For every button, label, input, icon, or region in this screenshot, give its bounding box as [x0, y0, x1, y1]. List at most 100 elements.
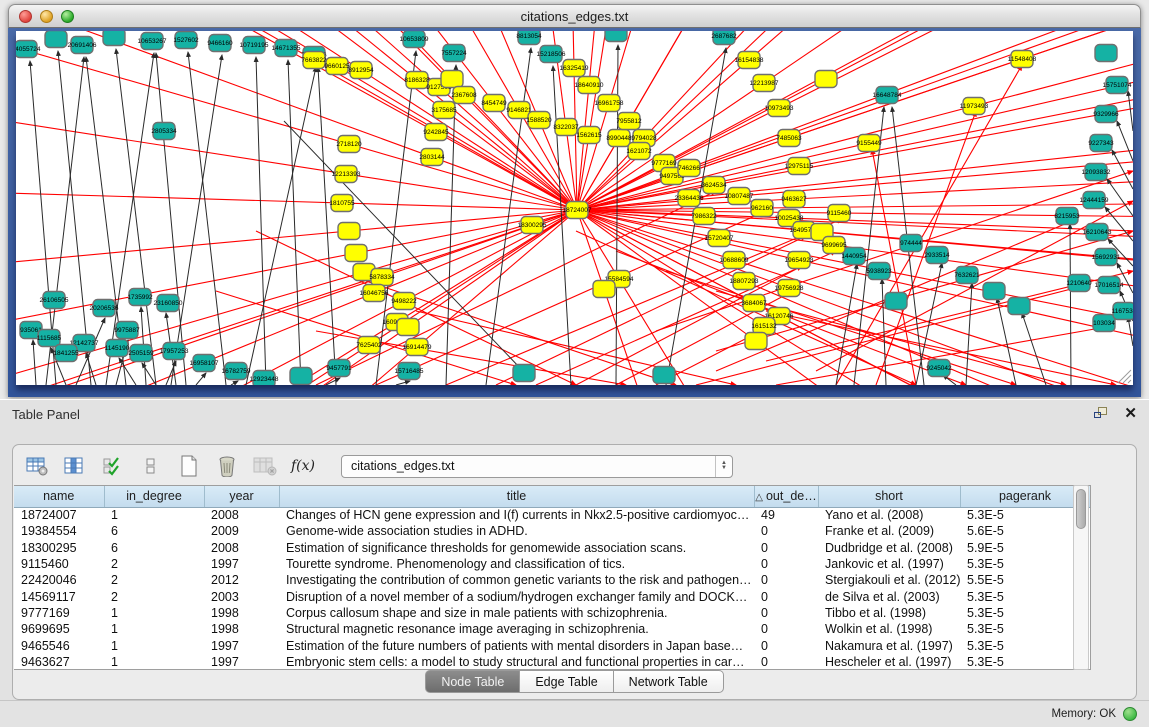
table-cell[interactable]: 22420046	[14, 572, 104, 588]
graph-node[interactable]	[593, 281, 615, 298]
table-cell[interactable]: 9115460	[14, 556, 104, 572]
table-cell[interactable]: Wolkin et al. (1998)	[818, 621, 960, 637]
table-cell[interactable]: 2	[104, 588, 204, 604]
network-canvas[interactable]: 1405572420691406106532671527602946616010…	[16, 31, 1133, 385]
graph-node[interactable]	[1008, 298, 1030, 315]
table-cell[interactable]: 19384554	[14, 523, 104, 539]
function-builder-icon[interactable]: f(x)	[291, 454, 315, 478]
table-cell[interactable]: 5.3E-5	[960, 621, 1090, 637]
table-cell[interactable]: 1	[104, 621, 204, 637]
table-cell[interactable]: 0	[754, 654, 818, 670]
column-header-pagerank[interactable]: pagerank	[960, 486, 1090, 507]
graph-node[interactable]	[745, 333, 767, 350]
show-columns-icon[interactable]	[63, 454, 87, 478]
table-row[interactable]: 946362711997Embryonic stem cells: a mode…	[14, 654, 1090, 670]
table-cell[interactable]: Hescheler et al. (1997)	[818, 654, 960, 670]
graph-node[interactable]	[290, 368, 312, 385]
citation-network-graph[interactable]: 1405572420691406106532671527602946616010…	[16, 31, 1133, 385]
table-cell[interactable]: Genome-wide association studies in ADHD.	[279, 523, 754, 539]
graph-node[interactable]	[983, 283, 1005, 300]
column-header-title[interactable]: title	[279, 486, 754, 507]
table-cell[interactable]: 5.5E-5	[960, 572, 1090, 588]
table-cell[interactable]: 2012	[204, 572, 279, 588]
table-cell[interactable]: Yano et al. (2008)	[818, 507, 960, 523]
table-row[interactable]: 1830029562008Estimation of significance …	[14, 540, 1090, 556]
graph-node[interactable]	[45, 31, 67, 48]
column-header-short[interactable]: short	[818, 486, 960, 507]
table-cell[interactable]: 5.3E-5	[960, 654, 1090, 670]
table-row[interactable]: 969969511998Structural magnetic resonanc…	[14, 621, 1090, 637]
table-cell[interactable]: Stergiakouli et al. (2012)	[818, 572, 960, 588]
tab-node-table[interactable]: Node Table	[425, 670, 520, 693]
table-cell[interactable]: 1997	[204, 556, 279, 572]
table-cell[interactable]: 2003	[204, 588, 279, 604]
table-cell[interactable]: 49	[754, 507, 818, 523]
float-panel-icon[interactable]	[1094, 407, 1110, 421]
select-rows-icon[interactable]	[139, 454, 163, 478]
table-cell[interactable]: 18724007	[14, 507, 104, 523]
table-cell[interactable]: 2008	[204, 507, 279, 523]
table-cell[interactable]: 0	[754, 556, 818, 572]
table-cell[interactable]: Structural magnetic resonance image aver…	[279, 621, 754, 637]
table-cell[interactable]: Changes of HCN gene expression and I(f) …	[279, 507, 754, 523]
table-vertical-scrollbar[interactable]	[1073, 485, 1089, 670]
table-cell[interactable]: 5.3E-5	[960, 588, 1090, 604]
table-row[interactable]: 1938455462009Genome-wide association stu…	[14, 523, 1090, 539]
column-header-in_degree[interactable]: in_degree	[104, 486, 204, 507]
graph-node[interactable]	[885, 293, 907, 310]
network-window-titlebar[interactable]: citations_edges.txt	[8, 4, 1141, 28]
table-cell[interactable]: Tibbo et al. (1998)	[818, 605, 960, 621]
table-cell[interactable]: Corpus callosum shape and size in male p…	[279, 605, 754, 621]
table-cell[interactable]: Disruption of a novel member of a sodium…	[279, 588, 754, 604]
table-cell[interactable]: Estimation of the future numbers of pati…	[279, 637, 754, 653]
tab-edge-table[interactable]: Edge Table	[520, 670, 613, 693]
column-header-name[interactable]: name	[14, 486, 104, 507]
tab-network-table[interactable]: Network Table	[614, 670, 724, 693]
table-cell[interactable]: 2	[104, 572, 204, 588]
table-cell[interactable]: 1998	[204, 621, 279, 637]
table-cell[interactable]: 6	[104, 540, 204, 556]
table-cell[interactable]: 0	[754, 540, 818, 556]
table-cell[interactable]: 0	[754, 621, 818, 637]
table-source-select[interactable]: citations_edges.txt ▲▼	[341, 455, 733, 478]
table-row[interactable]: 946554611997Estimation of the future num…	[14, 637, 1090, 653]
resize-grip-icon[interactable]	[1128, 380, 1131, 383]
table-cell[interactable]: 0	[754, 588, 818, 604]
graph-node[interactable]	[605, 31, 627, 42]
delete-rows-trash-icon[interactable]	[215, 454, 239, 478]
table-cell[interactable]: Embryonic stem cells: a model to study s…	[279, 654, 754, 670]
graph-node[interactable]	[441, 71, 463, 88]
table-cell[interactable]: 14569117	[14, 588, 104, 604]
column-header-out_de[interactable]: △out_de…	[754, 486, 818, 507]
table-cell[interactable]: 1998	[204, 605, 279, 621]
graph-node[interactable]	[338, 223, 360, 240]
table-cell[interactable]: 9463627	[14, 654, 104, 670]
table-cell[interactable]: 5.3E-5	[960, 507, 1090, 523]
table-cell[interactable]: 2009	[204, 523, 279, 539]
table-row[interactable]: 911546021997Tourette syndrome. Phenomeno…	[14, 556, 1090, 572]
table-cell[interactable]: Franke et al. (2009)	[818, 523, 960, 539]
table-row[interactable]: 1456911722003Disruption of a novel membe…	[14, 588, 1090, 604]
table-cell[interactable]: 2008	[204, 540, 279, 556]
table-row[interactable]: 977716911998Corpus callosum shape and si…	[14, 605, 1090, 621]
table-cell[interactable]: 5.6E-5	[960, 523, 1090, 539]
table-cell[interactable]: 18300295	[14, 540, 104, 556]
close-panel-icon[interactable]: ✕	[1124, 407, 1137, 421]
table-cell[interactable]: 9465546	[14, 637, 104, 653]
table-cell[interactable]: 1	[104, 637, 204, 653]
table-mode-icon[interactable]	[25, 454, 49, 478]
table-cell[interactable]: Investigating the contribution of common…	[279, 572, 754, 588]
graph-node[interactable]	[397, 319, 419, 336]
table-cell[interactable]: 1	[104, 605, 204, 621]
column-header-year[interactable]: year	[204, 486, 279, 507]
table-cell[interactable]: 5.3E-5	[960, 605, 1090, 621]
graph-node[interactable]	[513, 365, 535, 382]
table-cell[interactable]: 1	[104, 507, 204, 523]
table-cell[interactable]: 1997	[204, 654, 279, 670]
table-cell[interactable]: Estimation of significance thresholds fo…	[279, 540, 754, 556]
new-table-icon[interactable]	[177, 454, 201, 478]
table-cell[interactable]: 1997	[204, 637, 279, 653]
table-cell[interactable]: Dudbridge et al. (2008)	[818, 540, 960, 556]
table-cell[interactable]: 0	[754, 605, 818, 621]
table-cell[interactable]: 6	[104, 523, 204, 539]
